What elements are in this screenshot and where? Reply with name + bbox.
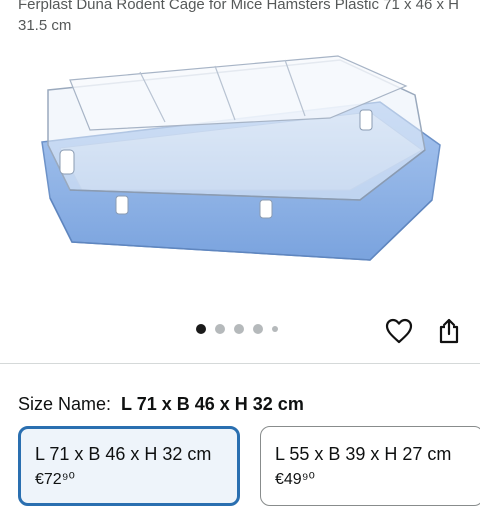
size-name-row: Size Name: L 71 x B 46 x H 32 cm (18, 392, 304, 416)
carousel-dot-4[interactable] (253, 324, 263, 334)
image-carousel-dots[interactable] (196, 322, 278, 336)
size-option-label: L 71 x B 46 x H 32 cm (35, 444, 212, 464)
size-name-selected-value: L 71 x B 46 x H 32 cm (121, 394, 304, 414)
carousel-dot-more[interactable] (272, 326, 278, 332)
heart-outline-icon (385, 318, 413, 344)
size-option[interactable]: L 55 x B 39 x H 27 cm €49⁹⁰ (260, 426, 480, 506)
size-name-label: Size Name: (18, 394, 112, 414)
size-option-label: L 55 x B 39 x H 27 cm (275, 444, 452, 464)
product-image[interactable] (20, 50, 460, 275)
product-title: Ferplast Duna Rodent Cage for Mice Hamst… (18, 0, 460, 34)
size-option-price: €72⁹⁰ (35, 471, 75, 488)
share-icon (439, 318, 459, 344)
share-button[interactable] (434, 316, 464, 346)
wishlist-button[interactable] (384, 316, 414, 346)
section-divider (0, 363, 480, 364)
size-option-selected[interactable]: L 71 x B 46 x H 32 cm €72⁹⁰ (18, 426, 240, 506)
size-option-price: €49⁹⁰ (275, 471, 315, 488)
carousel-dot-1[interactable] (196, 324, 206, 334)
carousel-dot-2[interactable] (215, 324, 225, 334)
carousel-dot-3[interactable] (234, 324, 244, 334)
